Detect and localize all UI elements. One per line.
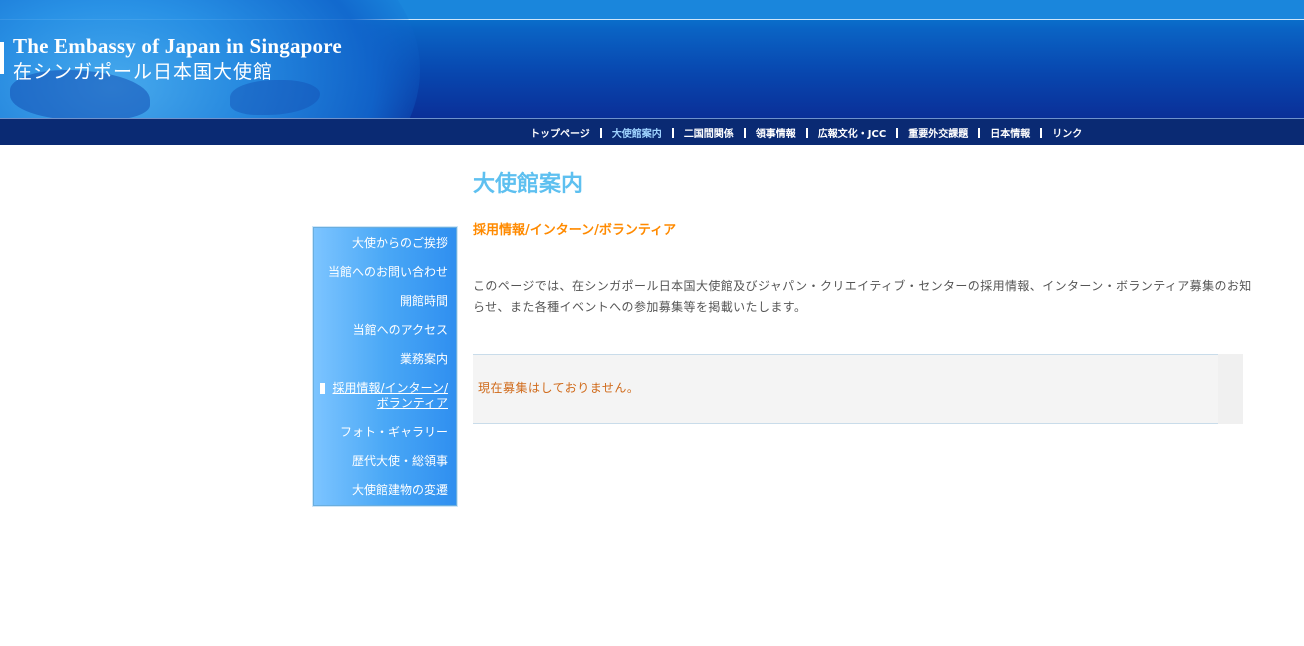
- nav-separator: [896, 127, 899, 138]
- active-marker: [320, 383, 325, 394]
- site-header: The Embassy of Japan in Singapore 在シンガポー…: [0, 0, 1304, 118]
- nav-item-culture-jcc[interactable]: 広報文化・JCC: [818, 125, 886, 140]
- global-nav: トップページ 大使館案内 二国間関係 領事情報 広報文化・JCC 重要外交課題 …: [0, 118, 1304, 145]
- nav-item-top[interactable]: トップページ: [530, 125, 590, 140]
- site-title-ja[interactable]: 在シンガポール日本国大使館: [13, 57, 273, 84]
- nav-item-consular[interactable]: 領事情報: [756, 125, 796, 140]
- nav-item-diplomatic-issues[interactable]: 重要外交課題: [908, 125, 968, 140]
- sidebar-item-hours[interactable]: 開館時間: [314, 294, 456, 309]
- nav-separator: [671, 127, 674, 138]
- nav-item-japan-info[interactable]: 日本情報: [990, 125, 1030, 140]
- nav-item-embassy-info[interactable]: 大使館案内: [612, 125, 662, 140]
- sidebar-item-services[interactable]: 業務案内: [314, 352, 456, 367]
- sidebar-item-access[interactable]: 当館へのアクセス: [314, 323, 456, 338]
- page-title: 大使館案内: [473, 172, 584, 197]
- sidebar-item-label: 採用情報/インターン/: [332, 381, 449, 395]
- side-menu: 大使からのご挨拶 当館へのお問い合わせ 開館時間 当館へのアクセス 業務案内 採…: [312, 226, 458, 507]
- sidebar-item-contact[interactable]: 当館へのお問い合わせ: [314, 265, 456, 280]
- notice-box: 現在募集はしておりません。: [473, 354, 1243, 424]
- nav-item-links[interactable]: リンク: [1052, 125, 1082, 140]
- sidebar-item-greeting[interactable]: 大使からのご挨拶: [314, 236, 456, 251]
- sidebar-item-label: ボランティア: [376, 396, 448, 410]
- nav-separator: [1040, 127, 1043, 138]
- notice-box-edge: [1218, 354, 1243, 424]
- nav-separator: [805, 127, 808, 138]
- nav-separator: [978, 127, 981, 138]
- site-title-en[interactable]: The Embassy of Japan in Singapore: [13, 34, 342, 59]
- notice-text: 現在募集はしておりません。: [478, 381, 640, 395]
- divider: [473, 354, 1218, 355]
- sidebar-item-past-ambassadors[interactable]: 歴代大使・総領事: [314, 454, 456, 469]
- sidebar-item-building-history[interactable]: 大使館建物の変遷: [314, 483, 456, 498]
- section-title: 採用情報/インターン/ボランティア: [473, 223, 677, 238]
- sidebar-item-photo-gallery[interactable]: フォト・ギャラリー: [314, 425, 456, 440]
- nav-separator: [743, 127, 746, 138]
- nav-item-bilateral[interactable]: 二国間関係: [684, 125, 734, 140]
- sidebar-item-recruitment[interactable]: 採用情報/インターン/ ボランティア: [314, 381, 456, 411]
- intro-text: このページでは、在シンガポール日本国大使館及びジャパン・クリエイティブ・センター…: [473, 279, 1252, 314]
- divider: [473, 423, 1218, 424]
- title-accent-bar: [0, 42, 4, 74]
- nav-separator: [599, 127, 602, 138]
